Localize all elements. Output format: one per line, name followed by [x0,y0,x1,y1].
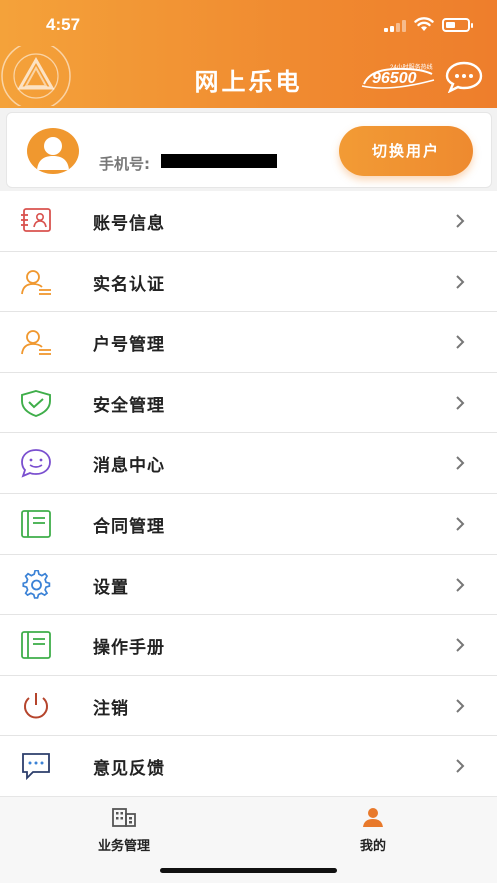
tab-business-management[interactable]: 业务管理 [54,807,194,854]
menu-item-contract-management[interactable]: 合同管理 [0,493,497,555]
hotline-number: 96500 [372,70,417,87]
manual-icon [21,631,51,660]
menu-item-label: 合同管理 [93,516,165,537]
menu-item-label: 安全管理 [93,395,165,416]
message-icon [21,449,51,478]
menu-item-settings[interactable]: 设置 [0,554,497,616]
battery-icon [442,18,473,32]
chevron-right-icon [456,638,465,652]
hotline-badge[interactable]: 24小时服务热线 96500 [360,64,436,92]
chevron-right-icon [456,517,465,531]
chevron-right-icon [456,335,465,349]
menu-item-label: 实名认证 [93,274,165,295]
menu-item-label: 消息中心 [93,456,165,477]
menu-item-operation-manual[interactable]: 操作手册 [0,615,497,676]
app-header: 4:57 网上乐电 24小时服务热线 96500 [0,0,497,108]
chevron-right-icon [456,577,465,592]
contract-icon [21,510,51,538]
chevron-right-icon [456,274,465,289]
menu-item-message-center[interactable]: 消息中心 [0,433,497,494]
settings-menu: 账号信息 实名认证 户号管理 安全管理 消息中心 合同管理 设置 操作手册 注销… [0,191,497,797]
user-verify-icon [21,269,51,295]
power-icon [24,692,48,719]
avatar[interactable] [27,128,79,174]
cellular-signal-icon [384,20,406,32]
menu-item-security-management[interactable]: 安全管理 [0,372,497,434]
user-silhouette-icon [37,137,69,170]
chat-bubble-icon[interactable] [445,61,483,93]
menu-item-label: 设置 [93,577,129,598]
chevron-right-icon [456,759,465,774]
switch-user-button[interactable]: 切换用户 [339,126,473,176]
tab-label: 业务管理 [97,839,150,854]
menu-item-label: 操作手册 [93,638,165,659]
feedback-icon [22,753,50,781]
chevron-right-icon [456,699,465,713]
menu-item-label: 意见反馈 [93,759,165,780]
menu-item-account-info[interactable]: 账号信息 [0,191,497,252]
menu-item-real-name-verification[interactable]: 实名认证 [0,251,497,313]
chevron-right-icon [456,214,465,228]
menu-item-logout[interactable]: 注销 [0,675,497,737]
chevron-right-icon [456,456,465,471]
menu-item-account-number-management[interactable]: 户号管理 [0,312,497,373]
building-icon [112,808,136,827]
status-time: 4:57 [46,15,81,34]
menu-item-label: 户号管理 [93,335,165,356]
status-bar: 4:57 [0,0,497,50]
menu-item-feedback[interactable]: 意见反馈 [0,736,497,797]
chevron-right-icon [456,396,465,410]
home-indicator [160,868,337,873]
person-icon [363,808,383,827]
shield-icon [21,389,51,417]
phone-number-redacted [161,154,277,168]
profile-card: 手机号: 切换用户 [6,112,492,188]
gear-icon [22,569,51,599]
wifi-icon [414,17,434,31]
menu-item-label: 注销 [93,698,129,719]
menu-item-label: 账号信息 [93,214,165,234]
phone-label: 手机号: [99,155,150,173]
tab-label: 我的 [359,839,386,854]
tab-mine[interactable]: 我的 [303,807,443,854]
id-card-icon [21,208,51,232]
account-user-icon [21,330,51,356]
